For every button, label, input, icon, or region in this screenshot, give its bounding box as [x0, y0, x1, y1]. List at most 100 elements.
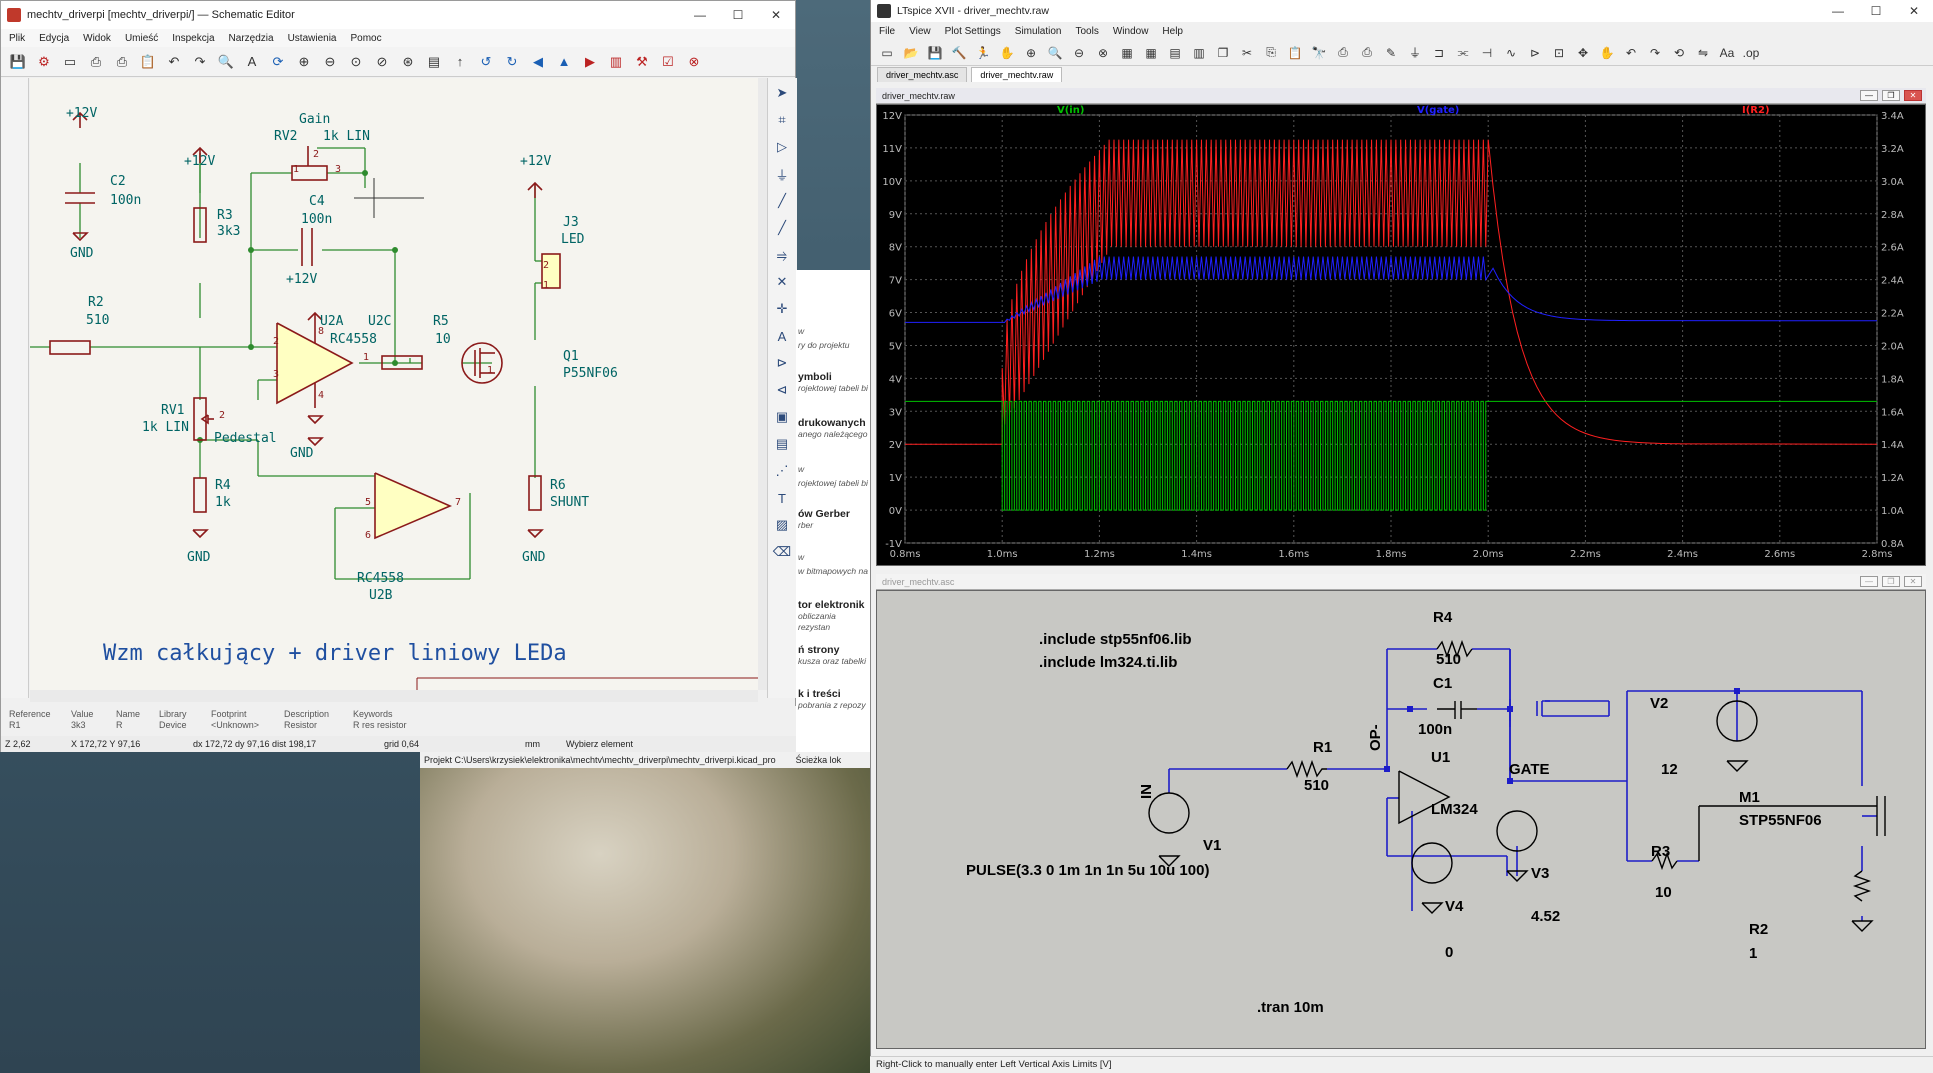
add-symbol-icon[interactable]: ▷ — [770, 135, 794, 159]
lt-inductor-icon[interactable]: ∿ — [1501, 43, 1521, 63]
lt-print-preview-icon[interactable]: ⎙ — [1333, 43, 1353, 63]
lt-menu-help[interactable]: Help — [1162, 26, 1183, 37]
plot-close-button[interactable]: ✕ — [1904, 90, 1922, 101]
lt-drag-icon[interactable]: ✋ — [1597, 43, 1617, 63]
highlight-net-icon[interactable]: ⌗ — [770, 108, 794, 132]
net-label-icon[interactable]: A — [770, 324, 794, 348]
add-bus-icon[interactable]: ╱ — [770, 216, 794, 240]
tab-raw[interactable]: driver_mechtv.raw — [971, 67, 1063, 82]
redo-icon[interactable]: ↷ — [189, 51, 211, 73]
lt-menu-view[interactable]: View — [909, 26, 931, 37]
lt-diode-icon[interactable]: ⊳ — [1525, 43, 1545, 63]
bus-entry-icon[interactable]: ⥤ — [770, 243, 794, 267]
lt-capacitor-icon[interactable]: ⊣ — [1477, 43, 1497, 63]
lt-zoom-in-icon[interactable]: ⊕ — [1021, 43, 1041, 63]
menu-edycja[interactable]: Edycja — [39, 33, 69, 44]
pm-item-6[interactable]: rojektowej tabeli bi — [798, 478, 868, 489]
lt-grid-icon[interactable]: ▦ — [1141, 43, 1161, 63]
zoom-in-icon[interactable]: ⊕ — [293, 51, 315, 73]
pm-item-1[interactable]: w — [798, 326, 804, 337]
kicad-titlebar[interactable]: mechtv_driverpi [mechtv_driverpi/] — Sch… — [1, 1, 795, 29]
annotate-icon[interactable]: ⚒ — [631, 51, 653, 73]
print-icon[interactable]: ⎙ — [85, 51, 107, 73]
lt-label-icon[interactable]: ⊐ — [1429, 43, 1449, 63]
tab-asc[interactable]: driver_mechtv.asc — [877, 67, 968, 82]
menu-ustawienia[interactable]: Ustawienia — [288, 33, 337, 44]
sch-minimize-button[interactable]: — — [1860, 576, 1878, 587]
plot-minimize-button[interactable]: — — [1860, 90, 1878, 101]
minimize-button[interactable]: — — [681, 1, 719, 29]
symbol-browser-icon[interactable]: ▥ — [605, 51, 627, 73]
menu-plik[interactable]: Plik — [9, 33, 25, 44]
lt-run-icon[interactable]: 🏃 — [973, 43, 993, 63]
pm-item-4[interactable]: drukowanych anego należącego — [798, 417, 867, 440]
lt-close-button[interactable]: ✕ — [1895, 0, 1933, 22]
delete-icon[interactable]: ⌫ — [770, 540, 794, 564]
lt-open-icon[interactable]: 📂 — [901, 43, 921, 63]
pm-item-7[interactable]: ów Gerber rber — [798, 508, 850, 531]
pm-item-12[interactable]: k i treści pobrania z repozy — [798, 688, 866, 711]
kicad-horizontal-scrollbar[interactable] — [30, 690, 758, 702]
lt-rotate-icon[interactable]: ⟲ — [1669, 43, 1689, 63]
hier-sheet-icon[interactable]: ▣ — [770, 405, 794, 429]
lt-minimize-button[interactable]: — — [1819, 0, 1857, 22]
ltspice-schematic[interactable]: .include stp55nf06.lib .include lm324.ti… — [876, 590, 1926, 1049]
symbol-editor-icon[interactable]: ▶ — [579, 51, 601, 73]
lt-menu-file[interactable]: File — [879, 26, 895, 37]
pm-item-8[interactable]: w — [798, 552, 804, 563]
rotate-cw-icon[interactable]: ↻ — [501, 51, 523, 73]
zoom-out-icon[interactable]: ⊖ — [319, 51, 341, 73]
lt-find-icon[interactable]: 🔭 — [1309, 43, 1329, 63]
lt-move-icon[interactable]: ✥ — [1573, 43, 1593, 63]
find-replace-icon[interactable]: A — [241, 51, 263, 73]
pm-item-2[interactable]: ry do projektu — [798, 340, 850, 351]
import-sheet-pin-icon[interactable]: ▤ — [770, 432, 794, 456]
lt-zoom-fit-icon[interactable]: ⊗ — [1093, 43, 1113, 63]
lt-control-panel-icon[interactable]: 🔨 — [949, 43, 969, 63]
mirror-v-icon[interactable]: ◀ — [527, 51, 549, 73]
global-label-icon[interactable]: ⊳ — [770, 351, 794, 375]
hierarchy-icon[interactable]: ▤ — [423, 51, 445, 73]
lt-save-icon[interactable]: 💾 — [925, 43, 945, 63]
pm-item-10[interactable]: tor elektronik obliczania rezystan — [798, 599, 870, 633]
refresh-icon[interactable]: ⟳ — [267, 51, 289, 73]
find-icon[interactable]: 🔍 — [215, 51, 237, 73]
pm-item-9[interactable]: w bitmapowych na — [798, 566, 868, 577]
plot-restore-button[interactable]: ❐ — [1882, 90, 1900, 101]
assign-footprints-icon[interactable]: ⊗ — [683, 51, 705, 73]
no-connect-icon[interactable]: ✕ — [770, 270, 794, 294]
graphic-line-icon[interactable]: ⋰ — [770, 459, 794, 483]
lt-print-icon[interactable]: ⎙ — [1357, 43, 1377, 63]
lt-wire-icon[interactable]: ✎ — [1381, 43, 1401, 63]
lt-mirror-icon[interactable]: ⇋ — [1693, 43, 1713, 63]
lt-ground-icon[interactable]: ⏚ — [1405, 43, 1425, 63]
lt-pan-icon[interactable]: 🔍 — [1045, 43, 1065, 63]
lt-spice-directive-icon[interactable]: .op — [1741, 43, 1761, 63]
lt-cascade-icon[interactable]: ❐ — [1213, 43, 1233, 63]
pm-item-11[interactable]: ń strony kusza oraz tabelki — [798, 644, 866, 667]
sch-pane-title[interactable]: driver_mechtv.asc — ❐ ✕ — [876, 574, 1926, 590]
waveform-plot[interactable]: 0.8ms 1.0ms 1.2ms 1.4ms 1.6ms 1.8ms 2.0ms 2.2ms… — [876, 104, 1926, 566]
lt-undo-icon[interactable]: ↶ — [1621, 43, 1641, 63]
menu-pomoc[interactable]: Pomoc — [350, 33, 381, 44]
menu-widok[interactable]: Widok — [83, 33, 111, 44]
mirror-h-icon[interactable]: ▲ — [553, 51, 575, 73]
zoom-selection-icon[interactable]: ⊛ — [397, 51, 419, 73]
rotate-ccw-icon[interactable]: ↺ — [475, 51, 497, 73]
sch-restore-button[interactable]: ❐ — [1882, 576, 1900, 587]
lt-component-icon[interactable]: ⊡ — [1549, 43, 1569, 63]
erc-icon[interactable]: ☑ — [657, 51, 679, 73]
pm-item-3[interactable]: ymboli rojektowej tabeli bi — [798, 371, 868, 394]
add-wire-icon[interactable]: ╱ — [770, 189, 794, 213]
kicad-vertical-scrollbar[interactable] — [758, 78, 767, 690]
select-icon[interactable]: ➤ — [770, 81, 794, 105]
page-settings-icon[interactable]: ▭ — [59, 51, 81, 73]
menu-narzedzia[interactable]: Narzędzia — [229, 33, 274, 44]
maximize-button[interactable]: ☐ — [719, 1, 757, 29]
save-icon[interactable]: 💾 — [7, 51, 29, 73]
undo-icon[interactable]: ↶ — [163, 51, 185, 73]
lt-autorange-icon[interactable]: ▦ — [1117, 43, 1137, 63]
lt-cut-icon[interactable]: ✂ — [1237, 43, 1257, 63]
lt-resistor-icon[interactable]: ⫘ — [1453, 43, 1473, 63]
lt-new-icon[interactable]: ▭ — [877, 43, 897, 63]
